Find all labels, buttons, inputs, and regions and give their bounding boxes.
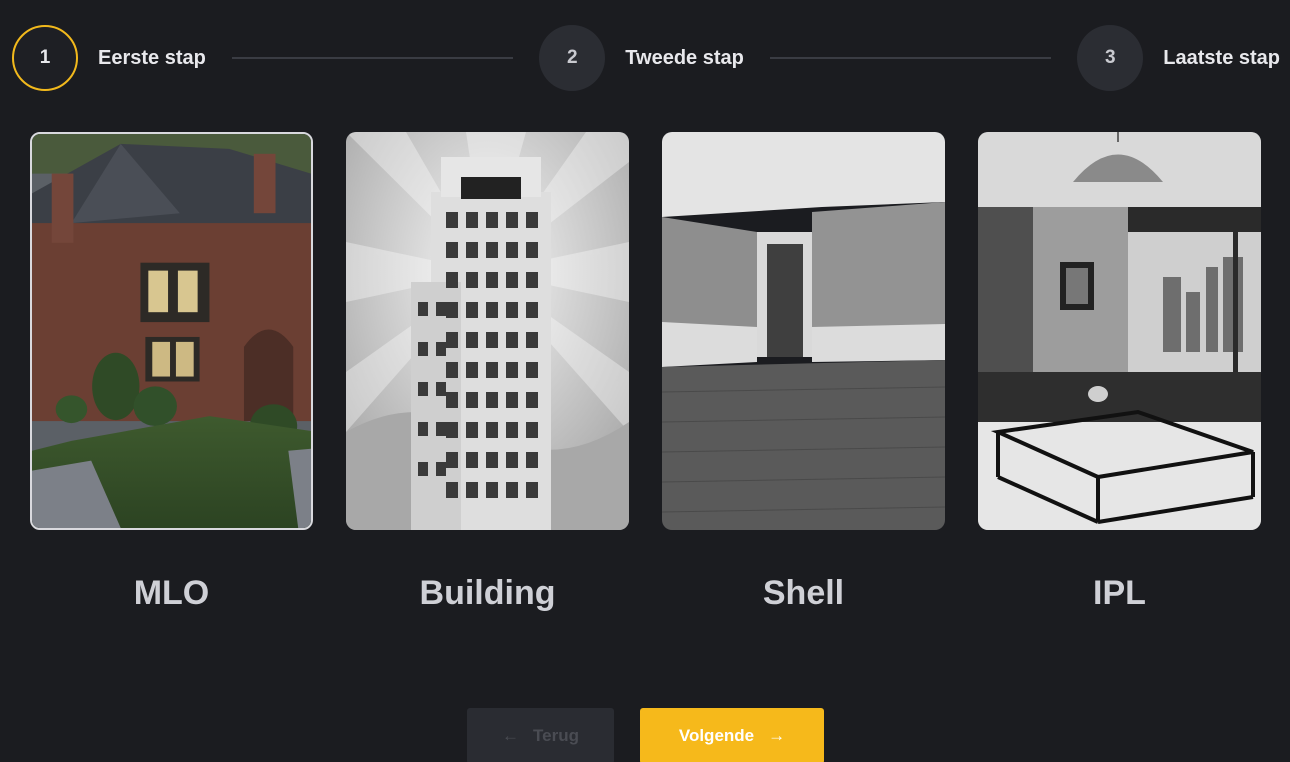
mlo-house-image bbox=[30, 132, 313, 530]
option-card-ipl[interactable]: IPL bbox=[978, 132, 1261, 612]
arrow-right-icon: → bbox=[768, 726, 786, 745]
option-card-shell[interactable]: Shell bbox=[662, 132, 945, 612]
step-3-number: 3 bbox=[1077, 25, 1144, 91]
next-button[interactable]: Volgende → bbox=[640, 708, 824, 762]
property-type-options: MLO Building Shell IPL bbox=[30, 132, 1262, 632]
step-3-label: Laatste stap bbox=[1163, 46, 1280, 69]
back-button[interactable]: ← Terug bbox=[467, 708, 614, 762]
wizard-navigation: ← Terug Volgende → bbox=[467, 708, 824, 762]
building-tower-image bbox=[346, 132, 629, 530]
stepper: 1 Eerste stap 2 Tweede stap 3 Laatste st… bbox=[12, 22, 1280, 94]
step-connector-2 bbox=[769, 57, 1052, 59]
shell-room-image bbox=[662, 132, 945, 530]
step-2-label: Tweede stap bbox=[625, 46, 744, 69]
option-card-mlo[interactable]: MLO bbox=[30, 132, 313, 612]
back-button-label: Terug bbox=[533, 726, 579, 745]
option-title-shell: Shell bbox=[762, 574, 845, 612]
step-2: 2 Tweede stap bbox=[539, 25, 744, 91]
step-1-number: 1 bbox=[12, 25, 78, 91]
option-card-building[interactable]: Building bbox=[346, 132, 629, 612]
ipl-interior-image bbox=[978, 132, 1261, 530]
property-type-wizard: 1 Eerste stap 2 Tweede stap 3 Laatste st… bbox=[0, 0, 1290, 762]
option-title-building: Building bbox=[419, 574, 556, 612]
arrow-left-icon: ← bbox=[502, 726, 520, 745]
step-1-label: Eerste stap bbox=[98, 46, 206, 69]
option-title-mlo: MLO bbox=[133, 574, 210, 612]
step-connector-1 bbox=[231, 57, 514, 59]
option-title-ipl: IPL bbox=[1093, 574, 1146, 612]
step-3: 3 Laatste stap bbox=[1077, 25, 1280, 91]
next-button-label: Volgende bbox=[678, 726, 755, 745]
step-2-number: 2 bbox=[539, 25, 606, 91]
step-1: 1 Eerste stap bbox=[12, 25, 206, 91]
